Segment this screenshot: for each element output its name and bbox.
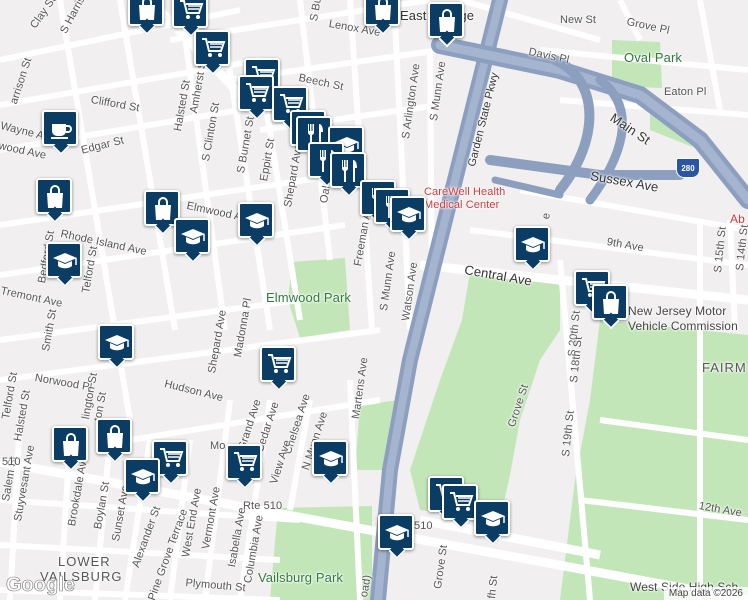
label-rte-510-r: 510 xyxy=(414,520,433,532)
poi-pin-school[interactable] xyxy=(514,226,550,262)
poi-pin-shopping[interactable] xyxy=(36,178,72,214)
poi-pin-grocery[interactable] xyxy=(238,75,274,111)
label-fairmount: FAIRM xyxy=(702,360,747,375)
poi-pin-grocery[interactable] xyxy=(442,484,478,520)
label-fh-st: fh St xyxy=(486,575,501,600)
poi-pin-shopping[interactable] xyxy=(428,2,464,38)
poi-pin-school[interactable] xyxy=(474,500,510,536)
poi-pin-school[interactable] xyxy=(174,218,210,254)
map-attribution[interactable]: Map data ©2026 xyxy=(663,587,748,600)
map-base-layer xyxy=(0,0,748,600)
poi-pin-shopping[interactable] xyxy=(592,284,628,320)
label-njmvc-1[interactable]: New Jersey Motor xyxy=(628,304,726,318)
label-lower: LOWER xyxy=(58,554,111,569)
poi-pin-shopping[interactable] xyxy=(128,0,164,26)
interstate-280-shield: 280 xyxy=(676,158,700,178)
poi-pin-school[interactable] xyxy=(378,514,414,550)
poi-pin-school[interactable] xyxy=(124,458,160,494)
poi-pin-school[interactable] xyxy=(312,440,348,476)
poi-pin-school[interactable] xyxy=(238,202,274,238)
label-hospital-1[interactable]: CareWell Health xyxy=(424,186,505,198)
label-rte-510: Rte 510 xyxy=(243,500,283,512)
poi-pin-shopping[interactable] xyxy=(364,0,400,26)
label-vailsburg-park[interactable]: Vailsburg Park xyxy=(258,570,343,585)
google-logo[interactable]: Google xyxy=(6,574,75,597)
label-njmvc-2[interactable]: Vehicle Commission xyxy=(628,319,738,333)
poi-pin-school[interactable] xyxy=(390,196,426,232)
poi-pin-grocery[interactable] xyxy=(226,444,262,480)
label-rte-510-l: 510 xyxy=(2,456,21,468)
poi-pin-shopping[interactable] xyxy=(52,426,88,462)
poi-pin-cafe[interactable] xyxy=(42,110,78,146)
poi-pin-shopping[interactable] xyxy=(96,418,132,454)
poi-pin-grocery[interactable] xyxy=(172,0,208,28)
poi-pin-school[interactable] xyxy=(98,324,134,360)
label-elmwood-park[interactable]: Elmwood Park xyxy=(266,290,351,305)
label-mo-ave: Mo xyxy=(210,440,226,452)
label-eaton-pl: Eaton Pl xyxy=(664,86,707,98)
label-oval-park[interactable]: Oval Park xyxy=(624,50,682,65)
label-new-st: New St xyxy=(560,14,597,26)
map-canvas[interactable]: East Orange Elmwood Park Vailsburg Park … xyxy=(0,0,748,600)
poi-pin-grocery[interactable] xyxy=(194,30,230,66)
poi-pin-school[interactable] xyxy=(46,242,82,278)
label-hospital-2[interactable]: Medical Center xyxy=(424,199,499,211)
poi-pin-grocery[interactable] xyxy=(260,346,296,382)
